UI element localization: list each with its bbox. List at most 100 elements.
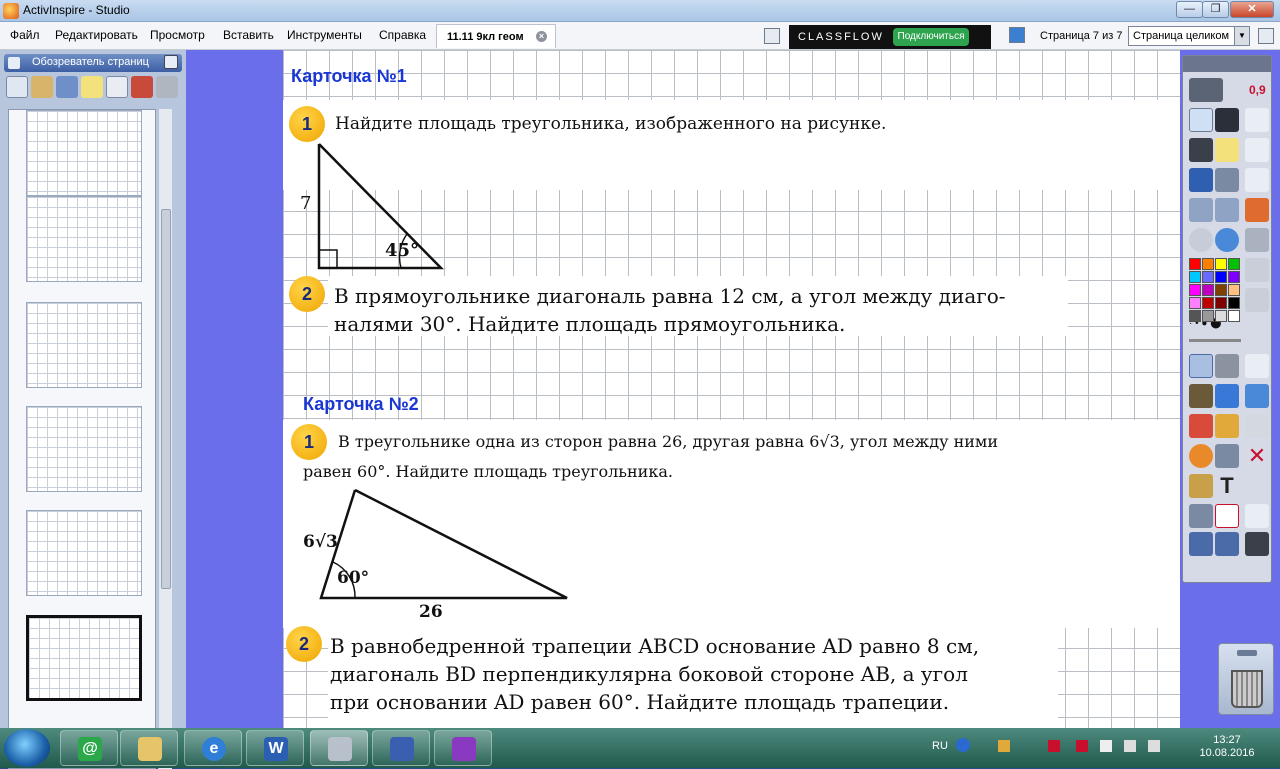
color-swatch[interactable] (1202, 271, 1214, 283)
properties-icon[interactable] (106, 76, 128, 98)
color-swatch[interactable] (1215, 284, 1227, 296)
fill-icon[interactable] (1215, 414, 1239, 438)
play-icon[interactable] (1189, 228, 1213, 252)
taskbar-mail[interactable]: @ (60, 730, 118, 766)
desktop-icon[interactable] (1189, 138, 1213, 162)
zoom-select[interactable]: Страница целиком ▼ (1128, 26, 1250, 46)
network-icon[interactable] (1124, 740, 1136, 752)
volume-icon[interactable] (1148, 740, 1160, 752)
actions-icon[interactable] (131, 76, 153, 98)
clip-art-icon[interactable] (1189, 474, 1213, 498)
select-icon[interactable] (1189, 354, 1213, 378)
pen-settings-icon[interactable] (1245, 108, 1269, 132)
tools-icon[interactable] (1215, 168, 1239, 192)
text-icon[interactable]: T (1215, 474, 1239, 498)
colour-picker-icon[interactable] (1245, 198, 1269, 222)
taskbar-explorer[interactable] (120, 730, 178, 766)
shapes-icon[interactable] (1189, 444, 1213, 468)
minimize-button[interactable]: — (1176, 1, 1203, 18)
color-swatch[interactable] (1228, 284, 1240, 296)
resources-icon[interactable] (31, 76, 53, 98)
page-thumb-6[interactable] (26, 615, 142, 701)
page-browser-scrollbar[interactable] (158, 109, 172, 769)
star-icon[interactable] (1245, 258, 1269, 282)
delete-icon[interactable]: ✕ (1245, 444, 1269, 468)
redo-icon[interactable] (1215, 532, 1239, 556)
flipchart-page[interactable]: Карточка №1 1 Найдите площадь треугольни… (283, 50, 1180, 728)
eraser-icon[interactable] (1189, 414, 1213, 438)
color-swatch[interactable] (1202, 310, 1214, 322)
taskbar-word[interactable]: W (246, 730, 304, 766)
close-button[interactable]: ✕ (1230, 1, 1274, 18)
menu-insert[interactable]: Вставить (223, 28, 274, 42)
color-swatch[interactable] (1189, 297, 1201, 309)
globe-icon[interactable] (1215, 228, 1239, 252)
color-swatch[interactable] (1228, 258, 1240, 270)
objects-icon[interactable] (56, 76, 78, 98)
trash-icon[interactable] (1231, 670, 1263, 708)
pen-icon[interactable] (1189, 384, 1213, 408)
snowflake-icon[interactable] (1009, 27, 1025, 43)
annotate-icon[interactable] (1189, 168, 1213, 192)
color-swatch[interactable] (1202, 258, 1214, 270)
trash-panel[interactable] (1218, 643, 1274, 715)
taskbar-browser[interactable]: e (184, 730, 242, 766)
language-indicator[interactable]: RU (932, 740, 948, 752)
undo-icon[interactable] (1189, 532, 1213, 556)
color-swatch[interactable] (1228, 271, 1240, 283)
tray-icon-1[interactable] (998, 740, 1010, 752)
clock[interactable]: 13:27 10.08.2016 (1192, 734, 1262, 760)
page-thumb-5[interactable] (26, 510, 142, 596)
start-button[interactable] (4, 729, 50, 767)
flipchart-icon[interactable] (1189, 108, 1213, 132)
panel-close-icon[interactable] (164, 55, 178, 69)
connector-icon[interactable] (1215, 444, 1239, 468)
multi-tool-icon[interactable] (1215, 354, 1239, 378)
page-edit-icon[interactable] (1245, 504, 1269, 528)
color-swatch[interactable] (1215, 310, 1227, 322)
menu-file[interactable]: Файл (10, 28, 40, 42)
duplicate-icon[interactable] (1245, 354, 1269, 378)
grid-icon[interactable] (1245, 138, 1269, 162)
connect-button[interactable]: Подключиться (893, 28, 969, 46)
highlighter-icon[interactable] (1215, 384, 1239, 408)
scrollbar-thumb[interactable] (161, 209, 171, 589)
color-swatch[interactable] (1228, 310, 1240, 322)
color-swatch[interactable] (1202, 284, 1214, 296)
color-swatch[interactable] (1189, 310, 1201, 322)
magnifier-icon[interactable] (1215, 108, 1239, 132)
layer-icon[interactable] (1245, 414, 1269, 438)
tray-icon-2[interactable] (1048, 740, 1060, 752)
save-icon[interactable] (1245, 532, 1269, 556)
menu-tools[interactable]: Инструменты (287, 28, 362, 42)
pages-icon[interactable] (6, 76, 28, 98)
flag-icon[interactable] (1100, 740, 1112, 752)
shape-icon[interactable] (1245, 228, 1269, 252)
reset-page-icon[interactable] (1215, 504, 1239, 528)
clear-icon[interactable] (1189, 504, 1213, 528)
camera-icon[interactable] (1245, 168, 1269, 192)
help-icon[interactable] (956, 738, 970, 752)
color-swatch[interactable] (1215, 297, 1227, 309)
notes-icon[interactable] (81, 76, 103, 98)
menu-help[interactable]: Справка (379, 28, 426, 42)
color-swatch[interactable] (1215, 271, 1227, 283)
color-swatch[interactable] (1189, 284, 1201, 296)
pin-icon[interactable] (8, 57, 20, 69)
color-swatch[interactable] (1189, 258, 1201, 270)
toolbox-header[interactable] (1183, 56, 1271, 72)
magic-icon[interactable] (1245, 384, 1269, 408)
next-page-icon[interactable] (1215, 198, 1239, 222)
tab-document[interactable]: 11.11 9кл геом × (436, 24, 556, 48)
settings-icon[interactable] (1258, 28, 1274, 44)
color-swatch[interactable] (1189, 271, 1201, 283)
menu-view[interactable]: Просмотр (150, 28, 205, 42)
taskbar-activinspire[interactable] (310, 730, 368, 766)
page-thumb-3[interactable] (26, 302, 142, 388)
voting-icon[interactable] (156, 76, 178, 98)
prev-page-icon[interactable] (1189, 198, 1213, 222)
color-swatch[interactable] (1202, 297, 1214, 309)
menu-edit[interactable]: Редактировать (55, 28, 138, 42)
restore-button[interactable]: ❐ (1202, 1, 1229, 18)
close-icon[interactable]: × (536, 31, 547, 42)
